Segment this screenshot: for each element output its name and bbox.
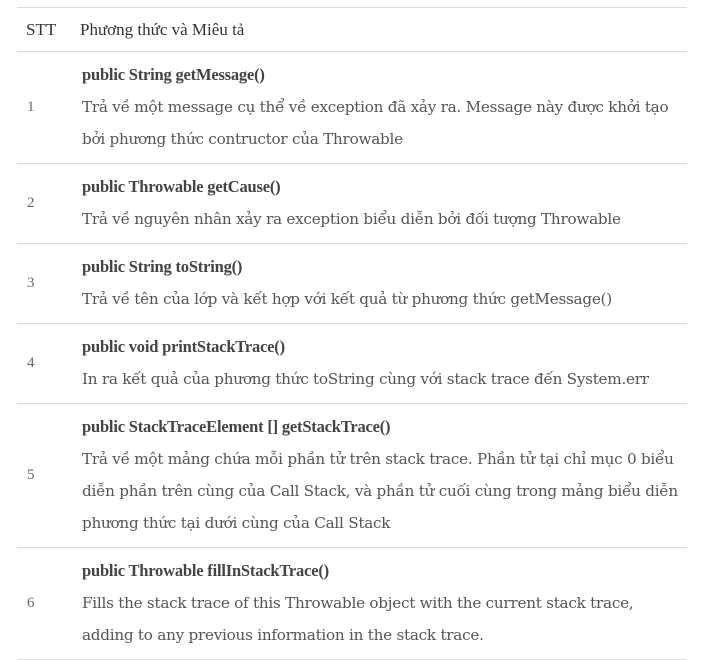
row-number: 6 — [17, 547, 80, 660]
method-description: Trả về nguyên nhân xảy ra exception biểu… — [82, 210, 621, 228]
method-signature: public StackTraceElement [] getStackTrac… — [82, 417, 391, 436]
table-row: 3 public String toString() Trả về tên củ… — [17, 243, 687, 324]
method-description: Trả về một message cụ thể về exception đ… — [82, 98, 669, 148]
method-signature: public String toString() — [82, 257, 243, 276]
method-description: Fills the stack trace of this Throwable … — [82, 594, 634, 644]
table-header-row: STT Phương thức và Miêu tả — [17, 7, 687, 52]
method-cell: public StackTraceElement [] getStackTrac… — [80, 403, 687, 548]
method-cell: public String getMessage() Trả về một me… — [80, 51, 687, 164]
table-row: 6 public Throwable fillInStackTrace() Fi… — [17, 547, 687, 660]
table-body: 1 public String getMessage() Trả về một … — [17, 51, 687, 660]
method-signature: public String getMessage() — [82, 65, 265, 84]
method-signature: public Throwable fillInStackTrace() — [82, 561, 329, 580]
method-description: In ra kết quả của phương thức toString c… — [82, 370, 649, 388]
throwable-methods-table: STT Phương thức và Miêu tả 1 public Stri… — [17, 7, 687, 660]
column-header-description: Phương thức và Miêu tả — [80, 7, 687, 52]
row-number: 2 — [17, 163, 80, 244]
method-signature: public Throwable getCause() — [82, 177, 281, 196]
table-row: 5 public StackTraceElement [] getStackTr… — [17, 403, 687, 548]
table-row: 2 public Throwable getCause() Trả về ngu… — [17, 163, 687, 244]
row-number: 1 — [17, 51, 80, 164]
row-number: 5 — [17, 403, 80, 548]
method-description: Trả về một mảng chứa mỗi phần tử trên st… — [82, 450, 678, 532]
method-cell: public String toString() Trả về tên của … — [80, 243, 687, 324]
method-signature: public void printStackTrace() — [82, 337, 285, 356]
method-cell: public void printStackTrace() In ra kết … — [80, 323, 687, 404]
method-description: Trả về tên của lớp và kết hợp với kết qu… — [82, 290, 612, 308]
table-row: 4 public void printStackTrace() In ra kế… — [17, 323, 687, 404]
column-header-stt: STT — [17, 7, 80, 52]
row-number: 4 — [17, 323, 80, 404]
row-number: 3 — [17, 243, 80, 324]
method-cell: public Throwable getCause() Trả về nguyê… — [80, 163, 687, 244]
method-cell: public Throwable fillInStackTrace() Fill… — [80, 547, 687, 660]
table-row: 1 public String getMessage() Trả về một … — [17, 51, 687, 164]
table-head: STT Phương thức và Miêu tả — [17, 7, 687, 52]
